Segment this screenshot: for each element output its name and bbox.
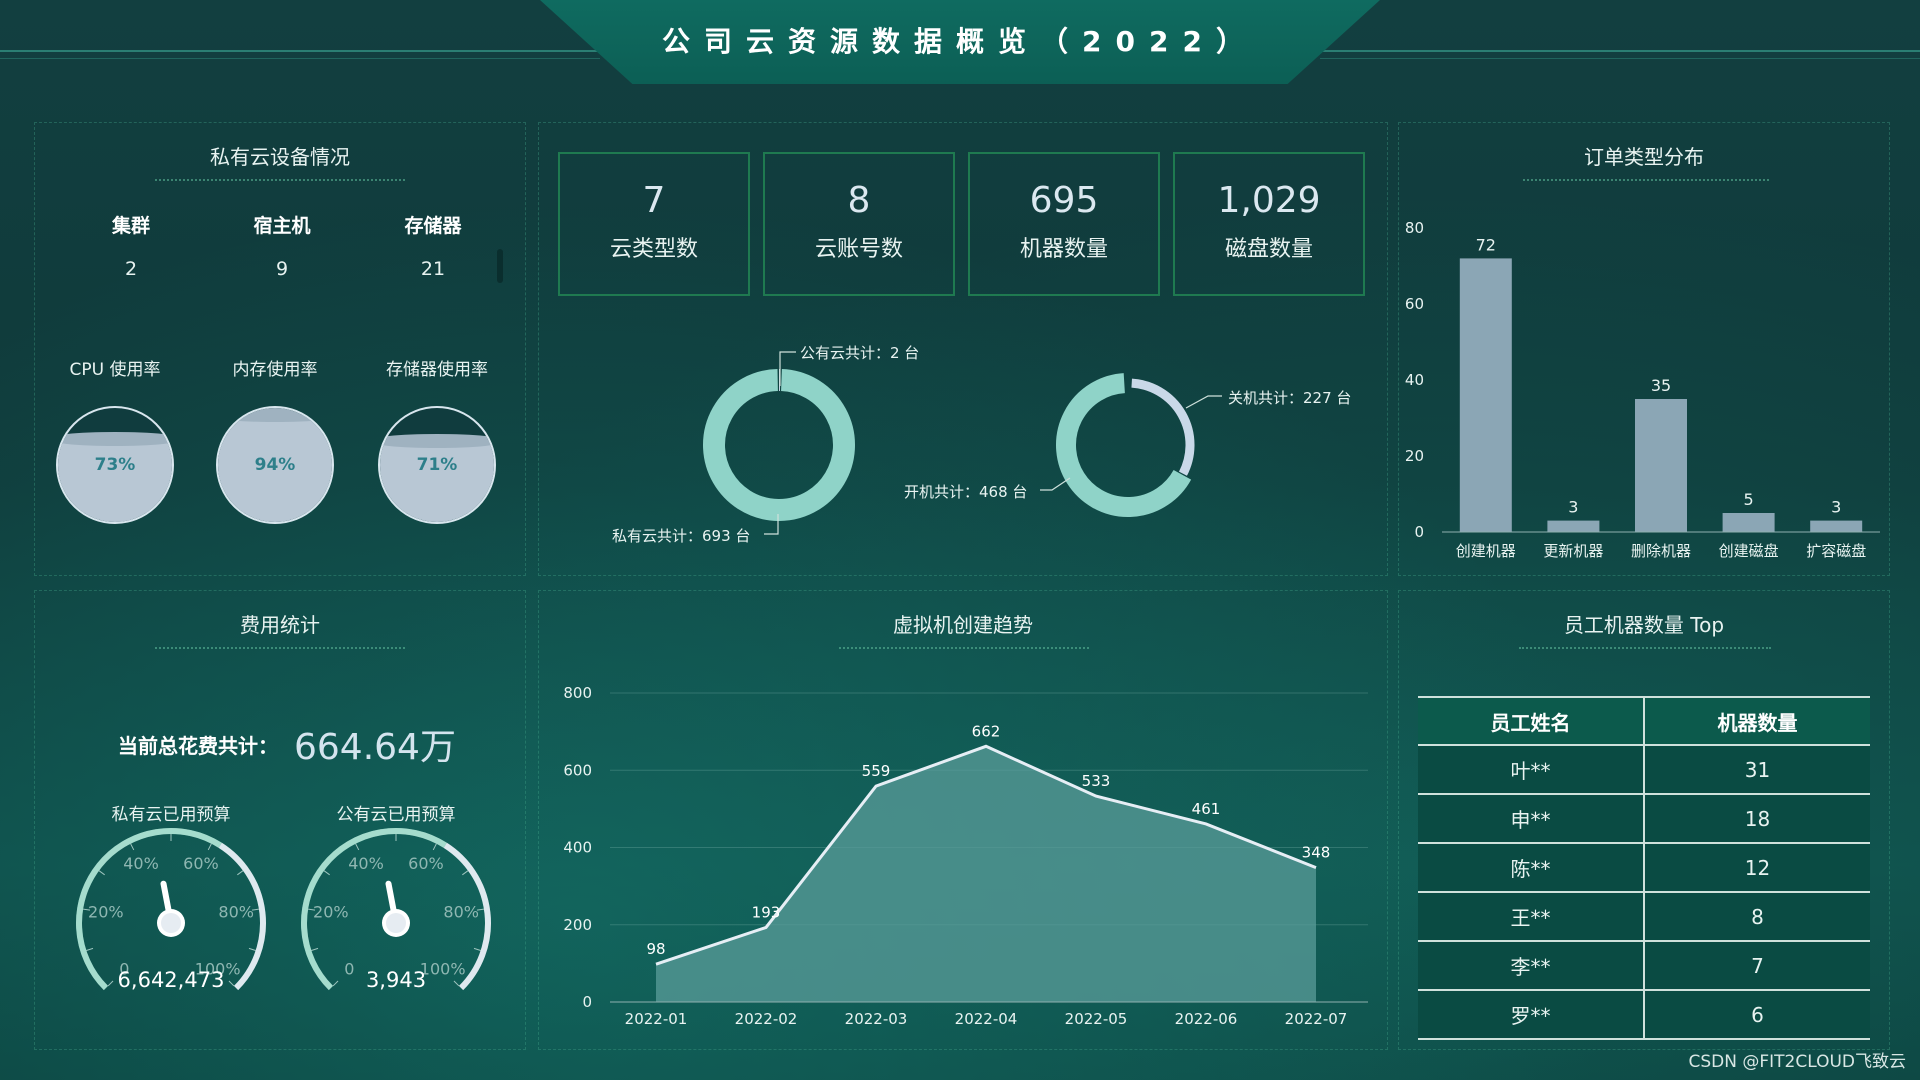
employee-name: 叶** (1418, 745, 1645, 795)
gauge-value: 3,943 (366, 968, 426, 992)
gauge-tick (237, 870, 244, 876)
gauge-tick-label: 100% (420, 960, 466, 979)
x-tick-label: 2022-05 (1065, 1010, 1128, 1028)
employees-title: 员工机器数量 Top (1563, 613, 1725, 637)
gauge-hub-inner (386, 913, 406, 933)
gauge-tick (462, 870, 469, 876)
employee-name: 李** (1418, 941, 1645, 991)
point-value-label: 348 (1302, 844, 1331, 862)
point-value-label: 662 (972, 722, 1001, 740)
gauge-tick-label: 20% (313, 903, 349, 922)
y-tick-label: 400 (563, 839, 592, 857)
gauge-value: 6,642,473 (118, 968, 225, 992)
dashboard-screen: 公司云资源数据概览（2022） 私有云设备情况 集群 2 宿主机 9 存储器 2… (0, 0, 1920, 1080)
gauge-tick (332, 980, 339, 987)
gauge-tick (311, 947, 319, 951)
y-tick-label: 800 (563, 684, 592, 702)
gauge-tick (355, 843, 360, 851)
y-tick-label: 600 (563, 761, 592, 779)
table-row: 罗** 6 (1418, 990, 1870, 1040)
gauge-tick-label: 80% (218, 903, 254, 922)
column-header-name: 员工姓名 (1418, 696, 1645, 746)
public-budget-gauge: 0 20% 40% 60% 80% 100%3,943 (301, 828, 491, 992)
point-value-label: 461 (1192, 800, 1221, 818)
machine-count: 6 (1644, 990, 1870, 1040)
x-tick-label: 2022-01 (625, 1010, 688, 1028)
x-tick-label: 2022-02 (735, 1010, 798, 1028)
table-header-row: 员工姓名 机器数量 (1418, 696, 1870, 746)
gauge-tick-label: 40% (348, 854, 384, 873)
gauge-tick-label: 40% (123, 854, 159, 873)
gauge-tick (107, 980, 114, 987)
machine-count: 18 (1644, 794, 1870, 844)
gauge-tick (323, 870, 330, 876)
gauge-tick (130, 843, 135, 851)
point-value-label: 98 (646, 940, 665, 958)
gauge-tick-label: 20% (88, 903, 124, 922)
y-tick-label: 200 (563, 916, 592, 934)
gauge-tick-label: 80% (443, 903, 479, 922)
point-value-label: 193 (752, 903, 781, 921)
watermark: CSDN @FIT2CLOUD飞致云 (1688, 1052, 1906, 1072)
employee-name: 罗** (1418, 990, 1645, 1040)
table-row: 申** 18 (1418, 794, 1870, 844)
column-header-count: 机器数量 (1644, 696, 1870, 746)
employee-name: 王** (1418, 892, 1645, 942)
point-value-label: 533 (1082, 772, 1111, 790)
x-tick-label: 2022-07 (1285, 1010, 1348, 1028)
y-tick-label: 0 (582, 993, 592, 1011)
gauge-tick (248, 947, 256, 951)
machine-count: 7 (1644, 941, 1870, 991)
employee-name: 申** (1418, 794, 1645, 844)
area-fill (656, 746, 1316, 1002)
gauge-tick (228, 980, 235, 987)
machine-count: 8 (1644, 892, 1870, 942)
x-tick-label: 2022-04 (955, 1010, 1018, 1028)
employee-name: 陈** (1418, 843, 1645, 893)
gauge-tick (432, 843, 437, 851)
private-budget-gauge: 020%40% 60%80%100%6,642,473 (76, 828, 266, 992)
title-underline (1519, 647, 1771, 649)
gauge-tick (473, 947, 481, 951)
x-tick-label: 2022-06 (1175, 1010, 1238, 1028)
table-row: 陈** 12 (1418, 843, 1870, 893)
vm-trend-area-chart: 0 200 400 600 800 98 2022-01 193 2022-02 559 2022-… (563, 684, 1368, 1028)
table-row: 王** 8 (1418, 892, 1870, 942)
gauge-tick (453, 980, 460, 987)
gauge-hub-inner (161, 913, 181, 933)
employee-machine-table: 员工姓名 机器数量 叶** 31 申** 18 陈** 12 王** 8 李** 7 罗*… (1418, 696, 1870, 1040)
machine-count: 31 (1644, 745, 1870, 795)
point-value-label: 559 (862, 762, 891, 780)
gauge-tick (98, 870, 105, 876)
table-row: 叶** 31 (1418, 745, 1870, 795)
gauge-tick-label: 60% (183, 854, 219, 873)
gauge-tick (86, 947, 94, 951)
gauge-tick-label: 0 (344, 960, 354, 979)
machine-count: 12 (1644, 843, 1870, 893)
x-tick-label: 2022-03 (845, 1010, 908, 1028)
gauge-tick-label: 60% (408, 854, 444, 873)
gauge-tick (207, 843, 212, 851)
table-row: 李** 7 (1418, 941, 1870, 991)
